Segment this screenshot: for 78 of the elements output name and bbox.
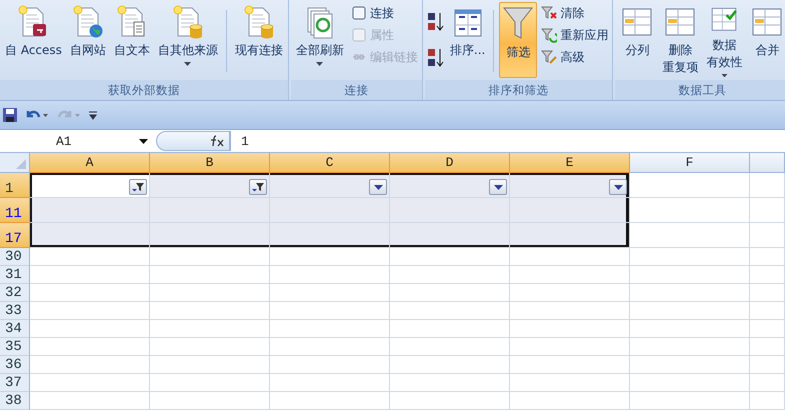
table-cell [750, 392, 785, 410]
table-cell [750, 284, 785, 302]
sort-descending-icon[interactable] [426, 48, 445, 68]
formula-field[interactable]: 1 [230, 131, 785, 151]
filter-icon [251, 182, 265, 192]
ribbon-button[interactable]: 现有连接 [232, 2, 286, 78]
filter-applied-button[interactable] [249, 179, 267, 195]
ribbon-small-button[interactable]: 连接 [348, 2, 420, 24]
filter-applied-button[interactable] [129, 179, 147, 195]
table-cell [750, 302, 785, 320]
table-cell [750, 266, 785, 284]
reapply-filter-icon [541, 27, 558, 43]
group-label: 获取外部数据 [0, 80, 288, 100]
row-header[interactable]: 33 [0, 302, 30, 320]
ribbon-button[interactable]: 合并 [747, 2, 785, 78]
filter-icon [131, 182, 145, 192]
row-header[interactable]: 11 [0, 198, 30, 223]
group-label: 连接 [290, 80, 422, 100]
dropdown-caret-icon [316, 62, 324, 66]
group-label: 排序和筛选 [424, 80, 612, 100]
globe-document-icon [72, 5, 104, 39]
table-cell [750, 320, 785, 338]
ribbon-button[interactable]: 分列 [617, 2, 658, 78]
clear-filter-icon [541, 5, 558, 21]
column-header[interactable]: B [150, 153, 270, 173]
dropdown-caret-icon [494, 184, 502, 190]
ribbon-button[interactable]: 排序... [446, 2, 488, 78]
column-header[interactable]: D [390, 153, 510, 173]
table-cell [750, 248, 785, 266]
ribbon-small-button[interactable]: 清除 [539, 2, 610, 24]
ribbon-button[interactable]: 自其他来源 [154, 2, 221, 78]
insert-function-button[interactable] [156, 131, 230, 151]
row-header[interactable]: 37 [0, 374, 30, 392]
column-header[interactable]: C [270, 153, 390, 173]
table-cell [750, 173, 785, 198]
corner-triangle-icon [16, 159, 26, 169]
ribbon-button[interactable]: 删除 重复项 [659, 2, 702, 78]
row-header[interactable]: 1 [0, 173, 30, 198]
filter-dropdown-button[interactable] [369, 179, 387, 195]
row-header[interactable]: 30 [0, 248, 30, 266]
table-cell [750, 356, 785, 374]
dropdown-caret-icon [720, 74, 728, 77]
column-header[interactable]: F [630, 153, 750, 173]
table-cell [750, 198, 785, 223]
name-box[interactable]: A1 [0, 131, 152, 151]
dropdown-caret-icon [184, 62, 192, 66]
funnel-icon [502, 5, 534, 41]
function-icon [209, 135, 225, 147]
table-cell [750, 374, 785, 392]
column-header[interactable]: E [510, 153, 630, 173]
column-header[interactable]: A [30, 153, 150, 173]
filter-dropdown-button[interactable] [489, 179, 507, 195]
database-document-icon [242, 5, 275, 39]
dropdown-caret-icon [374, 184, 382, 190]
ribbon-button[interactable]: 自网站 [66, 2, 109, 78]
advanced-filter-icon [541, 49, 558, 65]
dropdown-caret-icon [614, 184, 622, 190]
row-header[interactable]: 17 [0, 223, 30, 248]
ribbon-button[interactable]: 自文本 [110, 2, 153, 78]
ribbon-button[interactable]: 自 Access [2, 2, 65, 78]
ribbon-small-button[interactable]: 高级 [539, 46, 610, 68]
group-label: 数据工具 [615, 80, 785, 100]
row-header[interactable]: 38 [0, 392, 30, 410]
filter-dropdown-button[interactable] [609, 179, 627, 195]
ribbon-small-button[interactable]: 重新应用 [539, 24, 610, 46]
ribbon-button[interactable]: 全部刷新 [292, 2, 347, 78]
ribbon-button[interactable]: 数据 有效性 [703, 2, 746, 78]
row-header[interactable]: 36 [0, 356, 30, 374]
row-header[interactable]: 31 [0, 266, 30, 284]
row-header[interactable]: 34 [0, 320, 30, 338]
row-header[interactable]: 35 [0, 338, 30, 356]
row-header[interactable]: 32 [0, 284, 30, 302]
table-cell [750, 338, 785, 356]
ribbon-button[interactable]: 筛选 [499, 2, 538, 78]
save-icon[interactable] [2, 105, 18, 125]
database-document-icon [172, 5, 204, 39]
sort-ascending-icon[interactable] [426, 12, 445, 32]
table-cell [750, 223, 785, 248]
